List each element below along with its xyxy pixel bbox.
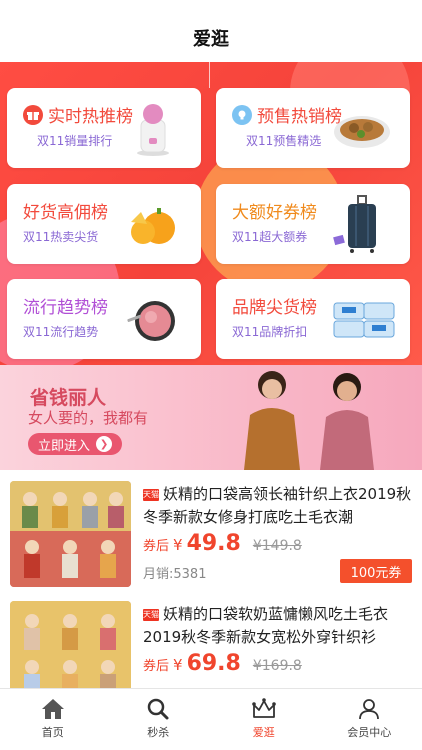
after-coupon-label: 券后 xyxy=(143,539,170,554)
promo-card-big-coupon[interactable]: 大额好券榜 双11超大额券 xyxy=(216,184,410,264)
tab-label: 秒杀 xyxy=(147,726,170,739)
card-title: 实时热推榜 xyxy=(48,107,133,127)
nav-header: 爱逛 xyxy=(0,0,422,62)
product-price: 49.8 xyxy=(186,531,241,556)
original-price: ¥149.8 xyxy=(252,538,302,554)
product-title-text: 妖精的口袋软奶蓝慵懒风吃土毛衣2019秋冬季新款女宽松外穿针织衫 xyxy=(143,605,389,646)
price-row: 券后 ¥ 49.8 ¥149.8 xyxy=(143,531,302,556)
tab-label: 首页 xyxy=(41,726,64,739)
card-subtitle: 双11销量排行 xyxy=(37,134,113,148)
gift-icon xyxy=(23,104,43,125)
monthly-sales: 月销:5381 xyxy=(143,567,207,582)
product-title-text: 妖精的口袋高领长袖针织上衣2019秋冬季新款女修身打底吃土毛衣潮 xyxy=(143,485,412,526)
tmall-icon: 天猫 xyxy=(143,609,159,621)
tab-label: 爱逛 xyxy=(252,726,275,739)
promo-card-presale-hot[interactable]: 预售热销榜 双11预售精选 xyxy=(216,88,410,168)
blush-compact-image xyxy=(127,301,175,341)
card-subtitle: 双11预售精选 xyxy=(246,134,322,148)
steamer-image xyxy=(137,104,169,156)
search-icon xyxy=(148,698,169,720)
card-subtitle: 双11流行趋势 xyxy=(23,325,99,339)
card-subtitle: 双11超大额券 xyxy=(232,230,308,244)
chevron-right-icon: ❯ xyxy=(96,436,113,452)
card-title: 大额好券榜 xyxy=(232,203,317,223)
product-card[interactable]: 天猫 妖精的口袋高领长袖针织上衣2019秋冬季新款女修身打底吃土毛衣潮 券后 ¥ … xyxy=(0,475,422,595)
card-subtitle: 双11热卖尖货 xyxy=(23,230,99,244)
card-title-row: 预售热销榜 xyxy=(232,102,342,127)
divider xyxy=(209,62,210,88)
banner-tagline: 女人要的，我都有 xyxy=(28,409,149,427)
tab-home[interactable]: 首页 xyxy=(0,689,106,750)
product-price: 69.8 xyxy=(186,651,241,676)
tab-browse[interactable]: 爱逛 xyxy=(211,689,317,750)
card-title-row: 大额好券榜 xyxy=(232,198,317,223)
user-icon xyxy=(359,699,380,720)
promo-card-brand[interactable]: 品牌尖货榜 双11品牌折扣 xyxy=(216,279,410,359)
page-title: 爱逛 xyxy=(193,29,229,50)
promo-banner[interactable]: 省钱丽人 女人要的，我都有 立即进入 ❯ xyxy=(0,365,422,470)
crown-icon xyxy=(251,698,276,718)
card-title: 预售热销榜 xyxy=(257,107,342,127)
enter-now-label: 立即进入 xyxy=(38,438,91,454)
lightbulb-icon xyxy=(232,104,252,125)
card-title-row: 流行趋势榜 xyxy=(23,293,108,318)
card-title: 流行趋势榜 xyxy=(23,298,108,318)
banner-headline: 省钱丽人 xyxy=(30,387,107,409)
tab-member-center[interactable]: 会员中心 xyxy=(317,689,422,750)
wipes-pack-image xyxy=(333,302,395,338)
original-price: ¥169.8 xyxy=(252,658,302,674)
promo-card-high-commission[interactable]: 好货高佣榜 双11热卖尖货 xyxy=(7,184,201,264)
page: 爱逛 实时热推榜 双11销量排行 预售热销榜 双11预售精选 好货高佣榜 双11… xyxy=(0,0,422,750)
card-title: 品牌尖货榜 xyxy=(232,298,317,318)
card-title-row: 品牌尖货榜 xyxy=(232,293,317,318)
models-image xyxy=(244,371,374,470)
product-title: 天猫 妖精的口袋高领长袖针织上衣2019秋冬季新款女修身打底吃土毛衣潮 xyxy=(143,483,413,529)
card-title-row: 好货高佣榜 xyxy=(23,198,108,223)
currency-symbol: ¥ xyxy=(173,656,183,674)
bottom-tab-bar: 首页 秒杀 爱逛 会员中心 xyxy=(0,688,422,750)
coupon-button[interactable]: 100元券 xyxy=(340,559,412,583)
food-plate-image xyxy=(334,116,390,148)
enter-now-button[interactable]: 立即进入 ❯ xyxy=(28,433,122,455)
oranges-image xyxy=(131,208,175,244)
after-coupon-label: 券后 xyxy=(143,659,170,674)
product-thumbnail[interactable] xyxy=(10,481,131,587)
promo-card-realtime-hot[interactable]: 实时热推榜 双11销量排行 xyxy=(7,88,201,168)
product-title: 天猫 妖精的口袋软奶蓝慵懒风吃土毛衣2019秋冬季新款女宽松外穿针织衫 xyxy=(143,603,413,649)
tab-flash-sale[interactable]: 秒杀 xyxy=(106,689,212,750)
card-subtitle: 双11品牌折扣 xyxy=(232,325,308,339)
promo-card-trend[interactable]: 流行趋势榜 双11流行趋势 xyxy=(7,279,201,359)
tab-label: 会员中心 xyxy=(347,726,392,739)
price-row: 券后 ¥ 69.8 ¥169.8 xyxy=(143,651,302,676)
home-icon xyxy=(41,699,64,719)
card-title-row: 实时热推榜 xyxy=(23,102,133,127)
card-title: 好货高佣榜 xyxy=(23,203,108,223)
tmall-icon: 天猫 xyxy=(143,489,159,501)
suitcase-image xyxy=(333,195,376,253)
sweater-collage-image xyxy=(10,481,131,587)
currency-symbol: ¥ xyxy=(173,536,183,554)
